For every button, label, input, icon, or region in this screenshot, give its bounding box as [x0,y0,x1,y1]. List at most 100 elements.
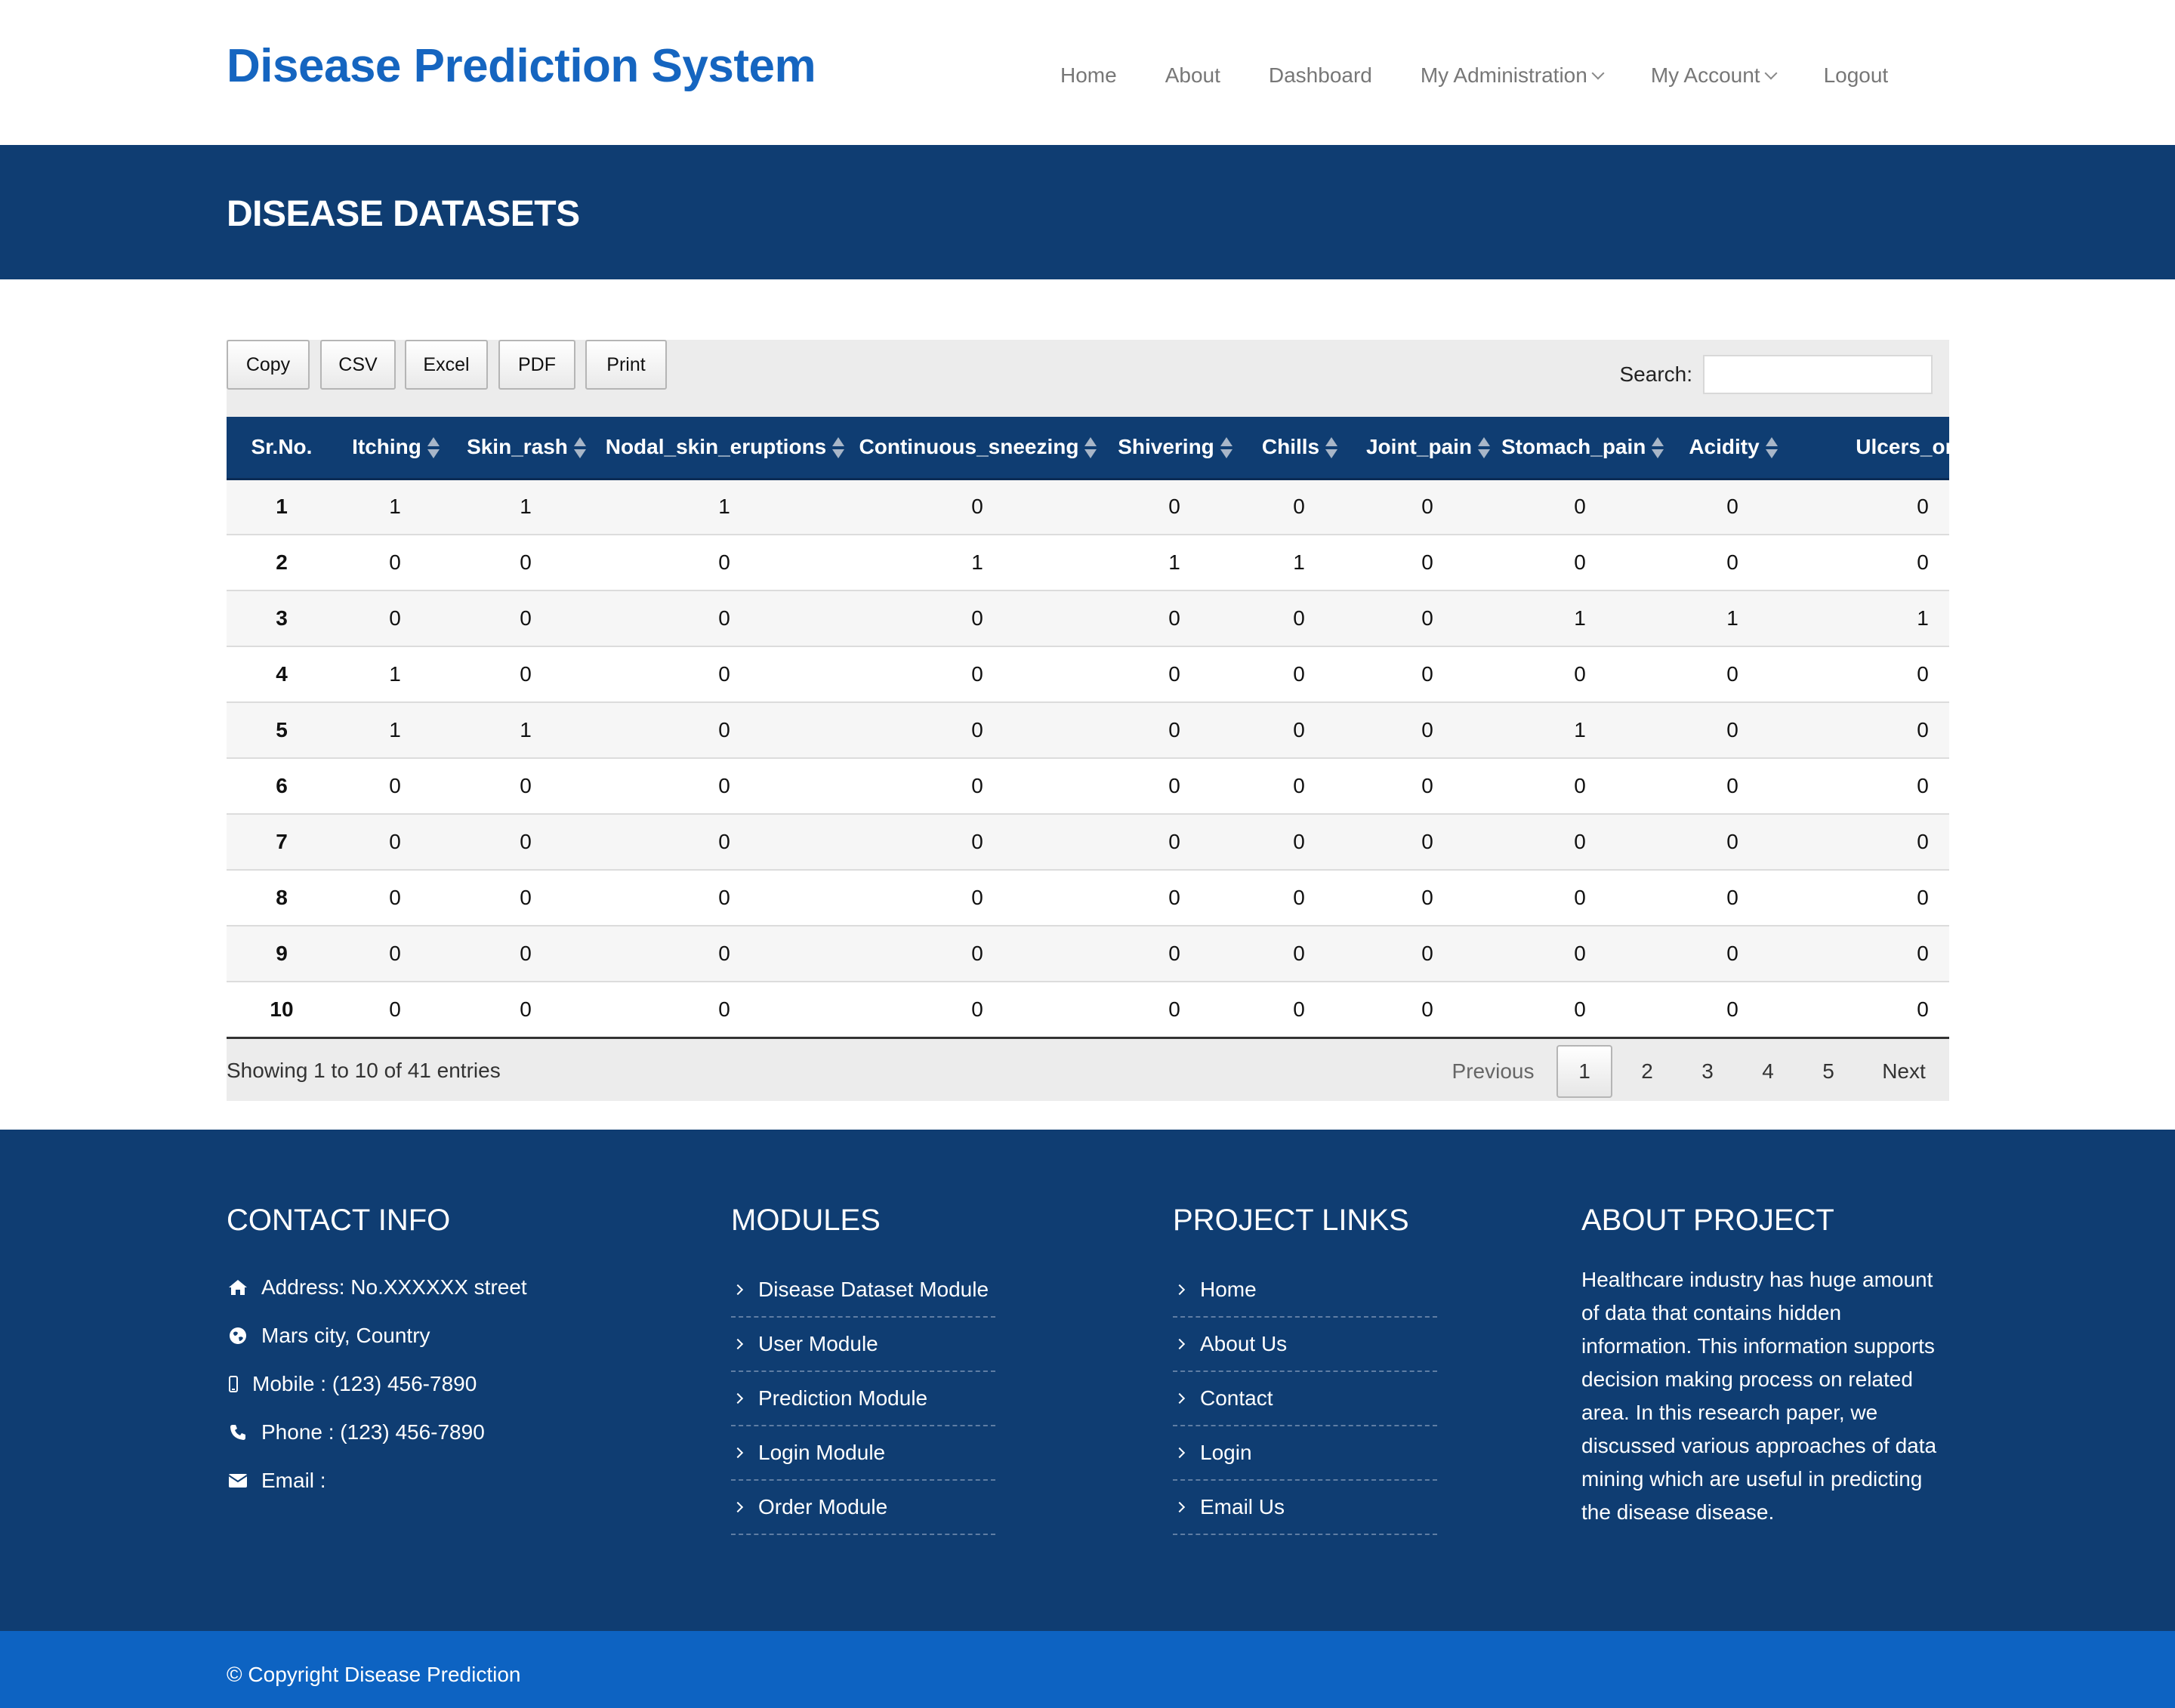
chevron-right-icon [1174,1501,1186,1513]
site-footer: CONTACT INFO Address: No.XXXXXX street M… [0,1130,2175,1631]
table-cell: 1 [1726,606,1738,630]
column-header-label: Skin_rash [467,434,568,458]
search-input[interactable] [1703,355,1933,394]
column-header-stomach-pain[interactable]: Stomach_pain [1501,417,1664,480]
nav-about[interactable]: About [1165,63,1220,88]
column-header-shivering[interactable]: Shivering [1104,417,1245,480]
column-header-label: Stomach_pain [1501,434,1646,458]
pagination-page-2[interactable]: 2 [1617,1045,1677,1098]
sort-icon [1478,436,1490,460]
table-cell: 0 [389,942,401,965]
table-cell: 0 [1726,774,1738,797]
column-header-skin-rash[interactable]: Skin_rash [453,417,598,480]
column-header-continuous-sneezing[interactable]: Continuous_sneezing [850,417,1104,480]
table-cell: 0 [520,606,532,630]
table-cell: 0 [1293,830,1305,853]
nav-home[interactable]: Home [1060,63,1117,88]
table-cell: 0 [1917,550,1929,574]
column-header-acidity[interactable]: Acidity [1658,417,1806,480]
table-cell: 0 [1917,886,1929,909]
module-link-prediction[interactable]: Prediction Module [731,1372,995,1426]
table-cell: 0 [1293,718,1305,741]
table-cell: 0 [1293,606,1305,630]
table-cell: 0 [1574,774,1586,797]
chevron-right-icon [732,1447,744,1459]
table-cell: 1 [718,495,730,519]
title-band: DISEASE DATASETS [0,145,2175,279]
contact-address: Address: No.XXXXXX street [227,1263,527,1312]
brand-logo-text[interactable]: Disease Prediction System [227,39,816,93]
pagination-page-3[interactable]: 3 [1677,1045,1738,1098]
copyright-text: © Copyright Disease Prediction [227,1663,521,1686]
column-header-nodal-skin-eruptions[interactable]: Nodal_skin_eruptions [598,417,850,480]
print-button[interactable]: Print [585,340,667,390]
module-link-order[interactable]: Order Module [731,1481,995,1535]
column-header-itching[interactable]: Itching [337,417,453,480]
table-cell: 1 [1168,550,1180,574]
footer-link-email-us[interactable]: Email Us [1173,1481,1437,1535]
footer-link-about-us[interactable]: About Us [1173,1318,1437,1372]
footer-link-home[interactable]: Home [1173,1263,1437,1318]
table-cell: 1 [1574,606,1586,630]
module-link-user[interactable]: User Module [731,1318,995,1372]
table-row: 1 1 1 1 0 0 0 0 0 0 0 [227,479,1949,535]
module-link-disease-dataset[interactable]: Disease Dataset Module [731,1263,995,1318]
table-row: 2 0 0 0 1 1 1 0 0 0 0 [227,535,1949,590]
footer-link-login[interactable]: Login [1173,1426,1437,1481]
dataset-table: Sr.No. Itching Skin_rash Nodal_skin_eruptio… [227,417,1949,1039]
table-cell: 0 [1168,606,1180,630]
copy-button[interactable]: Copy [227,340,310,390]
csv-button[interactable]: CSV [320,340,396,390]
table-cell: 0 [1574,886,1586,909]
chevron-right-icon [732,1284,744,1296]
table-cell: 0 [1726,997,1738,1021]
nav-my-administration[interactable]: My Administration [1421,63,1605,88]
nav-dashboard[interactable]: Dashboard [1269,63,1372,88]
table-cell: 1 [1917,606,1929,630]
column-header-sr-no[interactable]: Sr.No. [227,417,337,480]
chevron-right-icon [732,1338,744,1350]
site-header: Disease Prediction System Home About Das… [0,0,2175,145]
pagination-next[interactable]: Next [1859,1045,1949,1098]
table-cell: 0 [1168,774,1180,797]
table-row: 5 1 1 0 0 0 0 0 1 0 0 [227,702,1949,758]
table-cell: 1 [1293,550,1305,574]
dataset-table-container[interactable]: Sr.No. Itching Skin_rash Nodal_skin_eruptio… [227,417,1949,1039]
module-link-login[interactable]: Login Module [731,1426,995,1481]
table-cell: 0 [1168,662,1180,686]
table-cell: 0 [1421,997,1433,1021]
chevron-right-icon [1174,1447,1186,1459]
pagination-page-4[interactable]: 4 [1738,1045,1798,1098]
chevron-down-icon [1764,66,1778,80]
column-header-chills[interactable]: Chills [1245,417,1353,480]
pagination-page-5[interactable]: 5 [1798,1045,1859,1098]
table-cell: 0 [1917,662,1929,686]
pdf-button[interactable]: PDF [498,340,575,390]
table-cell: 0 [1726,662,1738,686]
table-cell: 0 [1917,942,1929,965]
column-header-label: Chills [1261,434,1320,458]
modules-heading: MODULES [731,1204,881,1237]
column-header-joint-pain[interactable]: Joint_pain [1353,417,1501,480]
nav-my-account[interactable]: My Account [1651,63,1778,88]
pagination-previous[interactable]: Previous [1440,1045,1546,1098]
pagination-page-1[interactable]: 1 [1556,1045,1612,1098]
search-label: Search: [1619,362,1693,386]
table-cell: 0 [1293,662,1305,686]
table-cell: 0 [1421,886,1433,909]
table-cell: 0 [520,662,532,686]
pagination: Previous 1 2 3 4 5 Next [1440,1045,1949,1098]
globe-icon [227,1324,249,1347]
module-link-label: User Module [758,1332,878,1355]
excel-button[interactable]: Excel [405,340,488,390]
column-header-label: Sr.No. [251,435,313,459]
footer-link-contact[interactable]: Contact [1173,1372,1437,1426]
table-cell: 0 [1917,997,1929,1021]
column-header-ulcers-on-to[interactable]: Ulcers_on_to [1806,417,1949,480]
nav-logout[interactable]: Logout [1824,63,1889,88]
contact-mobile: Mobile : (123) 456-7890 [227,1360,527,1408]
contact-city-text: Mars city, Country [261,1324,430,1347]
table-cell: 0 [718,886,730,909]
table-cell: 1 [971,550,983,574]
table-cell: 0 [1293,886,1305,909]
